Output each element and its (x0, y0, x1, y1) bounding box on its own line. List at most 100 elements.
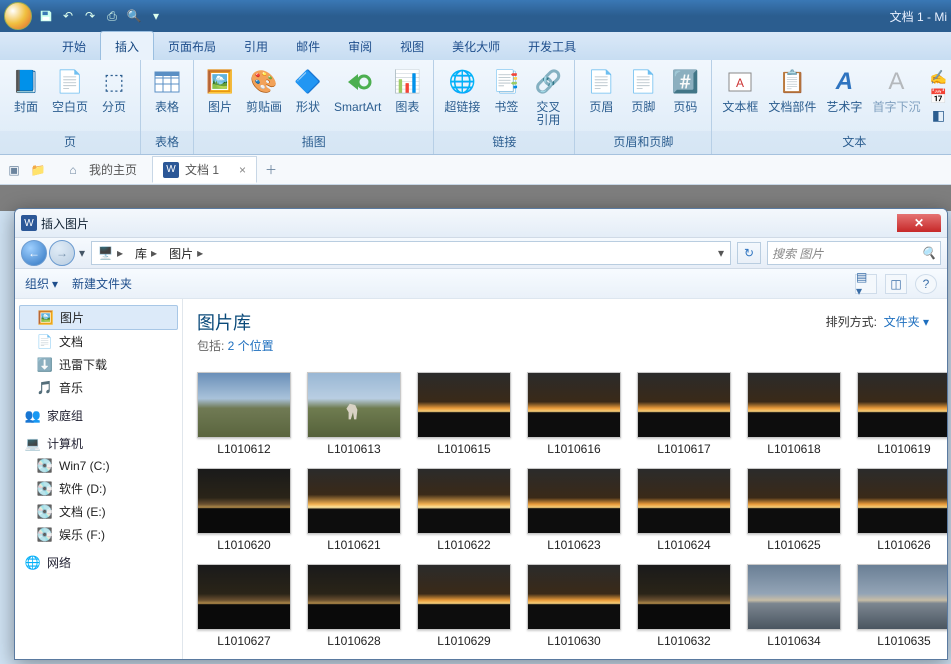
thumbnail-item[interactable]: L1010624 (637, 468, 731, 552)
thumbnail-item[interactable]: L1010625 (747, 468, 841, 552)
group-label: 表格 (141, 131, 193, 154)
breadcrumb-seg-pictures[interactable]: 图片 ▸ (163, 245, 209, 262)
thumbnail-image (197, 372, 291, 438)
tab-dev[interactable]: 开发工具 (514, 32, 590, 60)
page-break-button[interactable]: ⬚分页 (94, 64, 134, 116)
thumbnail-item[interactable]: L1010621 (307, 468, 401, 552)
breadcrumb-seg-library[interactable]: 库 ▸ (129, 245, 163, 262)
tab-mail[interactable]: 邮件 (282, 32, 334, 60)
thumbnail-item[interactable]: L1010617 (637, 372, 731, 456)
blank-page-button[interactable]: 📄空白页 (48, 64, 92, 116)
bookmark-button[interactable]: 📑书签 (486, 64, 526, 116)
thumbnail-item[interactable]: L1010632 (637, 564, 731, 648)
tree-item-music[interactable]: 🎵音乐 (19, 376, 178, 399)
qat-more-icon[interactable]: ▾ (148, 8, 164, 24)
thumbnail-caption: L1010628 (327, 634, 380, 648)
tab-pagelayout[interactable]: 页面布局 (154, 32, 230, 60)
print-icon[interactable]: ⎙ (104, 8, 120, 24)
tree-item-drive-f[interactable]: 💽娱乐 (F:) (19, 523, 178, 546)
signature-line-button[interactable]: ✍签名行 (926, 68, 951, 86)
nav-back-button[interactable]: ← (21, 240, 47, 266)
tree-item-network[interactable]: 🌐网络 (19, 546, 178, 574)
sort-link[interactable]: 文件夹 ▾ (884, 315, 929, 329)
footer-button[interactable]: 📄页脚 (623, 64, 663, 116)
save-icon[interactable] (38, 8, 54, 24)
office-button[interactable] (4, 2, 32, 30)
wordart-button[interactable]: A艺术字 (822, 64, 866, 116)
dialog-titlebar[interactable]: W 插入图片 ✕ (15, 209, 947, 237)
tab-start[interactable]: 开始 (48, 32, 100, 60)
undo-icon[interactable]: ↶ (60, 8, 76, 24)
breadcrumb[interactable]: 🖥️ ▸ 库 ▸ 图片 ▸ ▾ (91, 241, 731, 265)
help-button[interactable]: ? (915, 274, 937, 294)
thumbnail-item[interactable]: L1010616 (527, 372, 621, 456)
tab-insert[interactable]: 插入 (100, 31, 154, 60)
thumbnail-item[interactable]: L1010630 (527, 564, 621, 648)
breadcrumb-root-icon[interactable]: 🖥️ ▸ (92, 246, 129, 260)
picture-button[interactable]: 🖼️图片 (200, 64, 240, 116)
thumbnail-item[interactable]: L1010635 (857, 564, 947, 648)
tree-item-homegroup[interactable]: 👥家庭组 (19, 399, 178, 427)
thumbnail-item[interactable]: L1010619 (857, 372, 947, 456)
nav-forward-button[interactable]: → (49, 240, 75, 266)
locations-link[interactable]: 2 个位置 (228, 339, 274, 353)
thumbnail-item[interactable]: L1010615 (417, 372, 511, 456)
dropcap-button[interactable]: A首字下沉 (868, 64, 924, 116)
search-icon[interactable]: 🔍 (126, 8, 142, 24)
clipart-button[interactable]: 🎨剪贴画 (242, 64, 286, 116)
smartart-button[interactable]: SmartArt (330, 64, 385, 116)
thumbnail-item[interactable]: L1010623 (527, 468, 621, 552)
thumbnail-item[interactable]: L1010622 (417, 468, 511, 552)
thumbnail-item[interactable]: L1010634 (747, 564, 841, 648)
new-tab-button[interactable]: ＋ (261, 160, 281, 180)
search-input[interactable]: 搜索 图片🔍 (767, 241, 941, 265)
tab-review[interactable]: 审阅 (334, 32, 386, 60)
tab-beautify[interactable]: 美化大师 (438, 32, 514, 60)
thumbnail-item[interactable]: L1010620 (197, 468, 291, 552)
tree-item-docs[interactable]: 📄文档 (19, 330, 178, 353)
preview-pane-button[interactable]: ◫ (885, 274, 907, 294)
textbox-button[interactable]: A文本框 (718, 64, 762, 116)
tree-item-drive-c[interactable]: 💽Win7 (C:) (19, 455, 178, 477)
table-button[interactable]: 表格 (147, 64, 187, 116)
thumbnail-item[interactable]: L1010618 (747, 372, 841, 456)
tab-references[interactable]: 引用 (230, 32, 282, 60)
thumbnail-item[interactable]: L1010613 (307, 372, 401, 456)
thumbnail-caption: L1010635 (877, 634, 930, 648)
history-dropdown-icon[interactable]: ▾ (79, 246, 85, 260)
thumbnail-item[interactable]: L1010627 (197, 564, 291, 648)
chart-button[interactable]: 📊图表 (387, 64, 427, 116)
tab-view[interactable]: 视图 (386, 32, 438, 60)
thumbnail-item[interactable]: L1010612 (197, 372, 291, 456)
tree-item-computer[interactable]: 💻计算机 (19, 427, 178, 455)
tab-home[interactable]: ⌂我的主页 (52, 155, 148, 185)
breadcrumb-dropdown-icon[interactable]: ▾ (712, 246, 730, 260)
close-tab-icon[interactable]: × (239, 163, 246, 177)
search-icon: 🔍 (921, 246, 936, 260)
refresh-button[interactable]: ↻ (737, 242, 761, 264)
tree-item-drive-e[interactable]: 💽文档 (E:) (19, 500, 178, 523)
folder-icon[interactable]: 📁 (28, 160, 48, 180)
hyperlink-button[interactable]: 🌐超链接 (440, 64, 484, 116)
view-mode-button[interactable]: ▤ ▾ (855, 274, 877, 294)
redo-icon[interactable]: ↷ (82, 8, 98, 24)
close-button[interactable]: ✕ (897, 214, 941, 232)
parts-button[interactable]: 📋文档部件 (764, 64, 820, 116)
tab-document-1[interactable]: W文档 1× (152, 156, 257, 183)
new-folder-button[interactable]: 新建文件夹 (72, 275, 132, 292)
cross-ref-button[interactable]: 🔗交叉 引用 (528, 64, 568, 129)
header-button[interactable]: 📄页眉 (581, 64, 621, 116)
explorer-icon[interactable]: ▣ (4, 160, 24, 180)
datetime-button[interactable]: 📅日期和 (926, 87, 951, 105)
organize-button[interactable]: 组织 ▾ (25, 275, 58, 292)
tree-item-xunlei[interactable]: ⬇️迅雷下载 (19, 353, 178, 376)
thumbnail-item[interactable]: L1010629 (417, 564, 511, 648)
thumbnail-item[interactable]: L1010628 (307, 564, 401, 648)
object-button[interactable]: ◧对象 (926, 106, 951, 124)
tree-item-drive-d[interactable]: 💽软件 (D:) (19, 477, 178, 500)
tree-item-pictures[interactable]: 🖼️图片 (19, 305, 178, 330)
shapes-button[interactable]: 🔷形状 (288, 64, 328, 116)
cover-page-button[interactable]: 📘封面 (6, 64, 46, 116)
thumbnail-item[interactable]: L1010626 (857, 468, 947, 552)
page-number-button[interactable]: #️⃣页码 (665, 64, 705, 116)
